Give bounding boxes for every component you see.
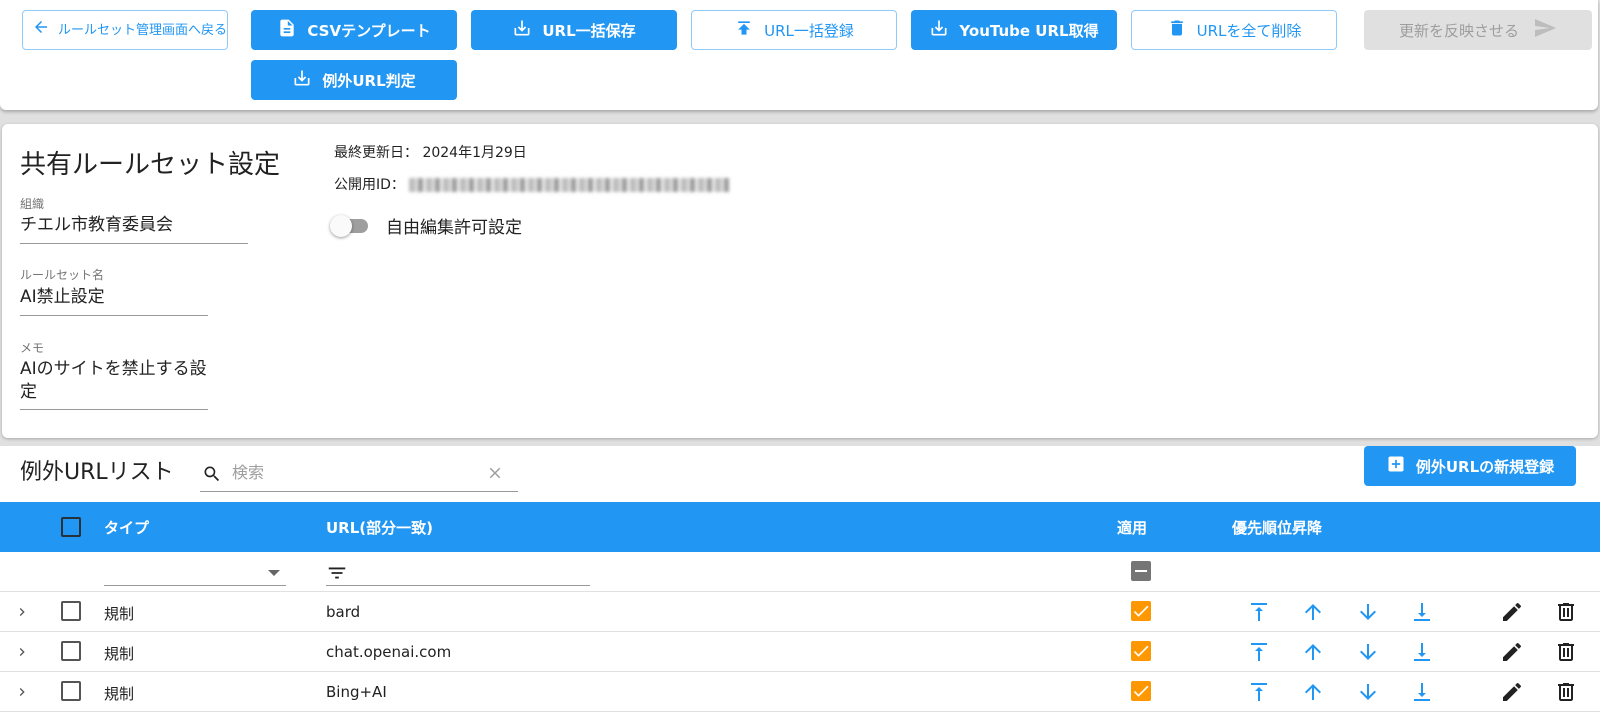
last-updated: 最終更新日： 2024年1月29日 [334, 142, 527, 162]
type-filter-select[interactable] [104, 560, 286, 586]
move-bottom-icon[interactable] [1410, 680, 1434, 704]
memo-field[interactable]: AIのサイトを禁止する設定 [20, 358, 208, 410]
trash-icon[interactable] [1554, 600, 1578, 624]
caret-down-icon [268, 570, 280, 576]
memo-label: メモ [20, 341, 45, 355]
delete-all-label: URLを全て削除 [1196, 21, 1302, 40]
apply-changes-button[interactable]: 更新を反映させる [1364, 10, 1592, 50]
chevron-right-icon[interactable] [14, 643, 30, 661]
trash-icon[interactable] [1554, 680, 1578, 704]
table-row: 規制 Bing+AI [0, 672, 1600, 712]
move-top-icon[interactable] [1247, 640, 1271, 664]
url-bulk-register-button[interactable]: URL一括登録 [691, 10, 897, 50]
apply-checkbox-checked[interactable] [1131, 681, 1151, 701]
delete-all-urls-button[interactable]: URLを全て削除 [1131, 10, 1337, 50]
apply-filter-checkbox[interactable] [1131, 561, 1151, 581]
chevron-right-icon[interactable] [14, 603, 30, 621]
row-url: bard [326, 603, 361, 621]
ruleset-name-field[interactable]: AI禁止設定 [20, 286, 208, 316]
move-down-icon[interactable] [1356, 640, 1380, 664]
url-filter-field[interactable] [326, 560, 590, 586]
row-url: chat.openai.com [326, 643, 452, 661]
move-bottom-icon[interactable] [1410, 600, 1434, 624]
ruleset-name-label: ルールセット名 [20, 268, 105, 282]
url-bulk-save-button[interactable]: URL一括保存 [471, 10, 677, 50]
toggle-thumb [330, 215, 352, 237]
youtube-url-label: YouTube URL取得 [959, 21, 1099, 40]
select-all-checkbox[interactable] [61, 517, 81, 537]
row-select-checkbox[interactable] [61, 681, 81, 701]
upload-icon [734, 18, 764, 42]
ruleset-settings-panel: 共有ルールセット設定 組織 チエル市教育委員会 ルールセット名 AI禁止設定 メ… [2, 124, 1598, 438]
column-url[interactable]: URL(部分一致) [326, 517, 433, 538]
file-icon [277, 18, 307, 42]
last-updated-label: 最終更新日： [334, 145, 418, 161]
trash-icon [1167, 18, 1197, 42]
table-row: 規制 bard [0, 592, 1600, 632]
org-field[interactable]: チエル市教育委員会 [20, 214, 248, 244]
row-select-checkbox[interactable] [61, 641, 81, 661]
apply-changes-label: 更新を反映させる [1398, 21, 1519, 40]
url-bulk-register-label: URL一括登録 [764, 21, 854, 40]
table-header: タイプ URL(部分一致) 適用 優先順位昇降 [0, 502, 1600, 552]
row-url: Bing+AI [326, 683, 387, 701]
free-edit-toggle[interactable] [330, 215, 370, 237]
org-field-label: 組織 [20, 197, 45, 211]
page-title: 共有ルールセット設定 [20, 150, 281, 180]
search-field [200, 454, 518, 492]
move-down-icon[interactable] [1356, 680, 1380, 704]
url-bulk-save-label: URL一括保存 [542, 21, 636, 40]
csv-template-button[interactable]: CSVテンプレート [251, 10, 457, 50]
public-id: 公開用ID： [334, 174, 729, 194]
apply-checkbox-checked[interactable] [1131, 601, 1151, 621]
filter-row [0, 552, 1600, 592]
back-button-label: ルールセット管理画面へ戻る [58, 22, 228, 38]
public-id-redacted [408, 178, 729, 192]
pencil-icon[interactable] [1500, 600, 1524, 624]
column-apply[interactable]: 適用 [1117, 517, 1147, 538]
add-exception-url-label: 例外URLの新規登録 [1415, 457, 1555, 476]
trash-icon[interactable] [1554, 640, 1578, 664]
apply-checkbox-checked[interactable] [1131, 641, 1151, 661]
column-priority: 優先順位昇降 [1232, 519, 1323, 537]
send-icon [1519, 16, 1557, 44]
last-updated-value: 2024年1月29日 [422, 145, 527, 161]
row-select-checkbox[interactable] [61, 601, 81, 621]
download-icon [292, 68, 322, 92]
arrow-left-icon [32, 18, 58, 42]
exception-url-button[interactable]: 例外URL判定 [251, 60, 457, 100]
move-bottom-icon[interactable] [1410, 640, 1434, 664]
row-type: 規制 [104, 645, 135, 663]
table-row: 規制 chat.openai.com [0, 632, 1600, 672]
move-top-icon[interactable] [1247, 600, 1271, 624]
public-id-label: 公開用ID： [334, 177, 405, 193]
chevron-right-icon[interactable] [14, 683, 30, 701]
move-top-icon[interactable] [1247, 680, 1271, 704]
exception-url-list-panel: 例外URLリスト 例外URLの新規登録 タイプ URL(部分一致) 適用 優先順… [0, 446, 1600, 722]
row-type: 規制 [104, 605, 135, 623]
download-icon [929, 18, 959, 42]
download-icon [512, 18, 542, 42]
pencil-icon[interactable] [1500, 640, 1524, 664]
close-icon[interactable] [486, 464, 504, 482]
column-type[interactable]: タイプ [104, 517, 149, 538]
search-input[interactable] [232, 460, 472, 484]
free-edit-label: 自由編集許可設定 [386, 218, 522, 238]
add-exception-url-button[interactable]: 例外URLの新規登録 [1364, 446, 1576, 486]
pencil-icon[interactable] [1500, 680, 1524, 704]
toolbar: ルールセット管理画面へ戻る CSVテンプレート URL一括保存 URL一括登録 … [0, 0, 1598, 110]
row-type: 規制 [104, 685, 135, 703]
exception-url-label: 例外URL判定 [322, 71, 416, 90]
move-up-icon[interactable] [1301, 640, 1325, 664]
move-down-icon[interactable] [1356, 600, 1380, 624]
list-title: 例外URLリスト [20, 460, 174, 485]
move-up-icon[interactable] [1301, 680, 1325, 704]
move-up-icon[interactable] [1301, 600, 1325, 624]
youtube-url-button[interactable]: YouTube URL取得 [911, 10, 1117, 50]
plus-box-icon [1386, 454, 1416, 478]
csv-template-label: CSVテンプレート [307, 21, 431, 40]
back-to-ruleset-button[interactable]: ルールセット管理画面へ戻る [22, 10, 228, 50]
